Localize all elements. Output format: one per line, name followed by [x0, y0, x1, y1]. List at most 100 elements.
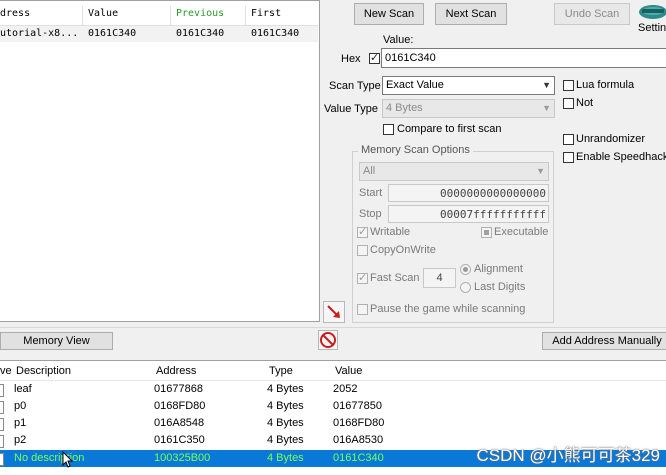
- active-checkbox[interactable]: [0, 435, 4, 448]
- value-input[interactable]: 0161C340: [381, 48, 666, 68]
- row-value: 0161C340: [333, 452, 384, 464]
- next-scan-button[interactable]: Next Scan: [435, 3, 507, 25]
- new-scan-button[interactable]: New Scan: [354, 3, 424, 25]
- settings-label[interactable]: Setting: [638, 22, 666, 34]
- row-type: 4 Bytes: [267, 383, 304, 395]
- row-value: 01677850: [333, 400, 382, 412]
- column-previous[interactable]: Previous: [176, 8, 224, 19]
- row-type: 4 Bytes: [267, 417, 304, 429]
- row-value: 0168FD80: [333, 417, 385, 429]
- active-checkbox[interactable]: [0, 384, 4, 397]
- copy-on-write-label[interactable]: CopyOnWrite: [370, 244, 436, 256]
- row-address: 0161C350: [154, 434, 205, 446]
- row-address: 100325B00: [154, 452, 211, 464]
- table-row[interactable]: leaf 01677868 4 Bytes 2052: [0, 381, 666, 398]
- no-entry-icon[interactable]: [318, 330, 338, 350]
- column-description[interactable]: Description: [16, 365, 71, 377]
- not-label[interactable]: Not: [576, 97, 593, 109]
- unrandomizer-label[interactable]: Unrandomizer: [576, 133, 645, 145]
- value-type-label: Value Type: [324, 103, 379, 115]
- start-label: Start: [359, 187, 383, 199]
- row-description: p2: [14, 434, 27, 446]
- writable-checkbox[interactable]: [357, 225, 368, 238]
- table-row[interactable]: p1 016A8548 4 Bytes 0168FD80: [0, 415, 666, 432]
- column-type[interactable]: Type: [269, 365, 293, 377]
- pause-game-checkbox[interactable]: [357, 304, 368, 315]
- watermark: CSDN @小熊可可茶329: [476, 446, 660, 465]
- speedhack-label[interactable]: Enable Speedhack: [576, 151, 666, 163]
- value-type-dropdown[interactable]: 4 Bytes ▼: [382, 99, 555, 118]
- memory-region-selected: All: [363, 165, 376, 177]
- row-type: 4 Bytes: [267, 434, 304, 446]
- found-address-list[interactable]: dress Value Previous First utorial-x8...…: [0, 0, 320, 322]
- column-address[interactable]: dress: [0, 8, 30, 19]
- row-description: p1: [14, 417, 27, 429]
- row-description: leaf: [14, 383, 32, 395]
- found-value: 0161C340: [88, 28, 137, 39]
- memory-view-button[interactable]: Memory View: [0, 332, 113, 350]
- add-selected-arrow-icon[interactable]: [323, 301, 345, 323]
- pause-game-label[interactable]: Pause the game while scanning: [370, 303, 525, 315]
- unrandomizer-checkbox[interactable]: [563, 134, 574, 145]
- writable-label[interactable]: Writable: [370, 226, 410, 238]
- row-address: 016A8548: [154, 417, 205, 429]
- start-address-input[interactable]: 0000000000000000: [388, 184, 549, 202]
- alignment-radio[interactable]: [460, 264, 471, 275]
- active-checkbox[interactable]: [0, 453, 4, 466]
- found-previous: 0161C340: [176, 28, 225, 39]
- active-checkbox[interactable]: [0, 418, 4, 431]
- table-row[interactable]: p0 0168FD80 4 Bytes 01677850: [0, 398, 666, 415]
- scan-type-dropdown[interactable]: Exact Value ▼: [382, 76, 555, 95]
- stop-address-input[interactable]: 00007fffffffffff: [388, 205, 549, 223]
- fast-scan-label[interactable]: Fast Scan: [370, 272, 420, 284]
- row-value: 2052: [333, 383, 358, 395]
- fast-scan-value-input[interactable]: 4: [423, 268, 456, 288]
- value-label: Value:: [383, 34, 414, 46]
- found-first: 0161C340: [251, 28, 300, 39]
- executable-checkbox[interactable]: [481, 227, 492, 238]
- row-address: 0168FD80: [154, 400, 206, 412]
- row-type: 4 Bytes: [267, 452, 304, 464]
- memory-region-dropdown[interactable]: All ▼: [359, 162, 549, 181]
- chevron-down-icon: ▼: [542, 80, 551, 90]
- memory-scan-options-title: Memory Scan Options: [358, 144, 473, 156]
- address-list-header: ve Description Address Type Value: [0, 361, 666, 381]
- speedhack-checkbox[interactable]: [563, 152, 574, 163]
- alignment-label[interactable]: Alignment: [474, 263, 523, 275]
- last-digits-label[interactable]: Last Digits: [474, 281, 525, 293]
- hex-checkbox[interactable]: [369, 51, 380, 64]
- column-address[interactable]: Address: [156, 365, 196, 377]
- executable-label[interactable]: Executable: [494, 226, 548, 238]
- undo-scan-button[interactable]: Undo Scan: [554, 3, 630, 25]
- not-checkbox[interactable]: [563, 98, 574, 109]
- row-value: 016A8530: [333, 434, 384, 446]
- scan-type-label: Scan Type: [329, 80, 381, 92]
- found-address: utorial-x8...: [0, 28, 79, 39]
- stop-label: Stop: [359, 208, 382, 220]
- hex-label: Hex: [341, 53, 361, 65]
- chevron-down-icon: ▼: [542, 103, 551, 113]
- row-address: 01677868: [154, 383, 203, 395]
- last-digits-radio[interactable]: [460, 282, 471, 293]
- found-list-header: dress Value Previous First: [0, 3, 318, 26]
- compare-first-checkbox[interactable]: [383, 124, 394, 135]
- fast-scan-checkbox[interactable]: [357, 271, 368, 284]
- row-type: 4 Bytes: [267, 400, 304, 412]
- cheat-engine-logo-icon[interactable]: [638, 2, 666, 20]
- chevron-down-icon: ▼: [536, 166, 545, 176]
- found-list-row[interactable]: utorial-x8... 0161C340 0161C340 0161C340: [0, 26, 318, 42]
- copy-on-write-checkbox[interactable]: [357, 245, 368, 256]
- column-active[interactable]: ve: [0, 365, 12, 377]
- lua-formula-label[interactable]: Lua formula: [576, 79, 634, 91]
- scan-type-selected: Exact Value: [386, 79, 444, 91]
- add-address-manually-button[interactable]: Add Address Manually: [542, 332, 666, 350]
- mouse-cursor-icon: [62, 450, 74, 472]
- lua-formula-checkbox[interactable]: [563, 80, 574, 91]
- active-checkbox[interactable]: [0, 401, 4, 414]
- value-type-selected: 4 Bytes: [386, 102, 423, 114]
- row-description: p0: [14, 400, 27, 412]
- column-first[interactable]: First: [251, 8, 281, 19]
- column-value[interactable]: Value: [88, 8, 118, 19]
- compare-first-label[interactable]: Compare to first scan: [397, 123, 502, 135]
- column-value[interactable]: Value: [335, 365, 362, 377]
